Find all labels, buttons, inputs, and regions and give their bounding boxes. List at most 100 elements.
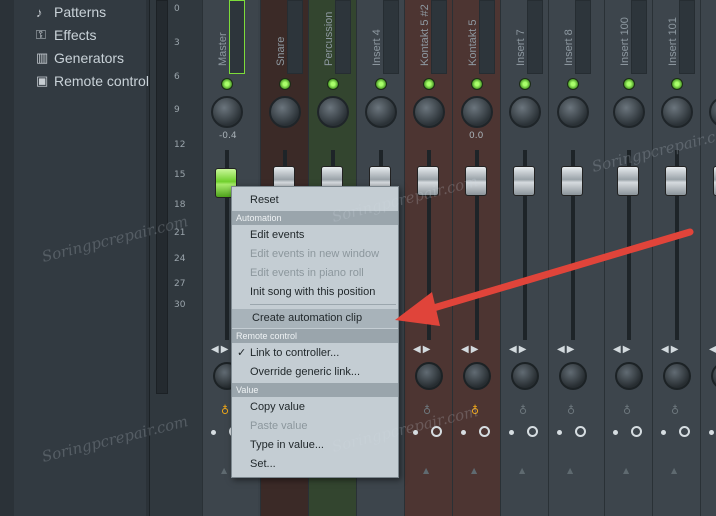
triangle-icon[interactable]: ▲ (471, 466, 477, 475)
volume-fader[interactable] (465, 166, 487, 196)
channel-name-box (679, 0, 695, 74)
stereo-knob[interactable] (711, 362, 716, 390)
swap-arrows-icon[interactable]: ◀▶ (709, 344, 716, 355)
swap-arrows-icon[interactable]: ◀▶ (509, 344, 528, 355)
meter-tick: 9 (174, 105, 180, 115)
pan-knob[interactable] (413, 96, 445, 128)
clock-icon[interactable] (679, 426, 690, 437)
pan-knob[interactable] (613, 96, 645, 128)
meter-tick: 18 (174, 200, 186, 210)
stereo-knob[interactable] (559, 362, 587, 390)
menu-item-type-in-value[interactable]: Type in value... (232, 436, 398, 455)
triangle-icon[interactable]: ▲ (423, 466, 429, 475)
browser-item-generators[interactable]: ▥ Generators (36, 47, 124, 69)
stereo-knob[interactable] (511, 362, 539, 390)
stereo-knob[interactable] (615, 362, 643, 390)
channel-enable-led[interactable] (671, 78, 683, 90)
menu-item-create-automation-clip[interactable]: Create automation clip (232, 309, 398, 328)
pan-knob[interactable] (317, 96, 349, 128)
browser-item-effects[interactable]: ⚿ Effects (36, 24, 97, 46)
browser-item-remote-control[interactable]: ▣ Remote control (36, 70, 149, 92)
pan-knob[interactable] (709, 96, 716, 128)
mixer-channel[interactable]: Kontakt 5 #2 ◀▶ ♁ ▲ (404, 0, 452, 516)
clock-icon[interactable] (631, 426, 642, 437)
pan-knob[interactable] (211, 96, 243, 128)
volume-fader[interactable] (513, 166, 535, 196)
channel-enable-led[interactable] (279, 78, 291, 90)
mixer-channel[interactable]: Kontakt 5 0.0 ◀▶ ♁ ▲ (452, 0, 500, 516)
swap-arrows-icon[interactable]: ◀▶ (613, 344, 632, 355)
channel-enable-led[interactable] (567, 78, 579, 90)
channel-name-box (229, 0, 245, 74)
note-icon: ♪ (36, 4, 43, 20)
channel-enable-led[interactable] (221, 78, 233, 90)
swap-arrows-icon[interactable]: ◀▶ (557, 344, 576, 355)
pan-knob[interactable] (365, 96, 397, 128)
send-dot[interactable] (211, 430, 216, 435)
clock-icon[interactable] (479, 426, 490, 437)
menu-item-init-song[interactable]: Init song with this position (232, 283, 398, 302)
triangle-icon[interactable]: ▲ (519, 466, 525, 475)
clock-icon[interactable] (431, 426, 442, 437)
triangle-icon[interactable]: ▲ (221, 466, 227, 475)
mixer-channel[interactable]: Insert 102◀▶♁▲ (700, 0, 716, 516)
volume-fader[interactable] (665, 166, 687, 196)
send-dot[interactable] (709, 430, 714, 435)
bulb-icon[interactable]: ♁ (471, 404, 479, 417)
menu-item-edit-events[interactable]: Edit events (232, 226, 398, 245)
channel-enable-led[interactable] (375, 78, 387, 90)
mixer-channel[interactable]: Insert 8 ◀▶ ♁ ▲ (548, 0, 604, 516)
browser-item-patterns[interactable]: ♪ Patterns (36, 1, 106, 23)
menu-item-copy-value[interactable]: Copy value (232, 398, 398, 417)
triangle-icon[interactable]: ▲ (623, 466, 629, 475)
bulb-icon[interactable]: ♁ (623, 404, 631, 417)
menu-item-link-to-controller[interactable]: ✓ Link to controller... (232, 344, 398, 363)
bulb-icon[interactable]: ♁ (567, 404, 575, 417)
meter-tick: 3 (174, 38, 180, 48)
bulb-icon[interactable]: ♁ (423, 404, 431, 417)
channel-enable-led[interactable] (327, 78, 339, 90)
bulb-icon[interactable]: ♁ (671, 404, 679, 417)
send-dot[interactable] (413, 430, 418, 435)
pan-knob[interactable] (509, 96, 541, 128)
mixer-channel[interactable]: Insert 101 ◀▶ ♁ ▲ (652, 0, 700, 516)
send-dot[interactable] (557, 430, 562, 435)
pan-knob[interactable] (661, 96, 693, 128)
bulb-icon[interactable]: ♁ (519, 404, 527, 417)
browser-item-label: Patterns (54, 4, 107, 20)
channel-enable-led[interactable] (519, 78, 531, 90)
stereo-knob[interactable] (415, 362, 443, 390)
channel-name: Kontakt 5 (467, 19, 479, 66)
volume-fader[interactable] (417, 166, 439, 196)
channel-enable-led[interactable] (423, 78, 435, 90)
swap-arrows-icon[interactable]: ◀▶ (211, 344, 230, 355)
menu-item-override-generic-link[interactable]: Override generic link... (232, 363, 398, 382)
volume-fader[interactable] (617, 166, 639, 196)
channel-name: Snare (275, 36, 287, 66)
menu-item-reset[interactable]: Reset (232, 191, 398, 210)
bulb-icon[interactable]: ♁ (221, 404, 229, 417)
send-dot[interactable] (613, 430, 618, 435)
mixer-channel[interactable]: Insert 7 ◀▶ ♁ ▲ (500, 0, 548, 516)
menu-item-set[interactable]: Set... (232, 455, 398, 474)
swap-arrows-icon[interactable]: ◀▶ (461, 344, 480, 355)
channel-enable-led[interactable] (623, 78, 635, 90)
clock-icon[interactable] (527, 426, 538, 437)
swap-arrows-icon[interactable]: ◀▶ (413, 344, 432, 355)
mixer-channel[interactable]: Insert 100 ◀▶ ♁ ▲ (604, 0, 652, 516)
stereo-knob[interactable] (663, 362, 691, 390)
pan-knob[interactable] (461, 96, 493, 128)
clock-icon[interactable] (575, 426, 586, 437)
channel-enable-led[interactable] (471, 78, 483, 90)
browser-item-label: Effects (54, 27, 97, 43)
send-dot[interactable] (661, 430, 666, 435)
swap-arrows-icon[interactable]: ◀▶ (661, 344, 680, 355)
triangle-icon[interactable]: ▲ (671, 466, 677, 475)
send-dot[interactable] (461, 430, 466, 435)
pan-knob[interactable] (557, 96, 589, 128)
send-dot[interactable] (509, 430, 514, 435)
stereo-knob[interactable] (463, 362, 491, 390)
pan-knob[interactable] (269, 96, 301, 128)
triangle-icon[interactable]: ▲ (567, 466, 573, 475)
volume-fader[interactable] (561, 166, 583, 196)
